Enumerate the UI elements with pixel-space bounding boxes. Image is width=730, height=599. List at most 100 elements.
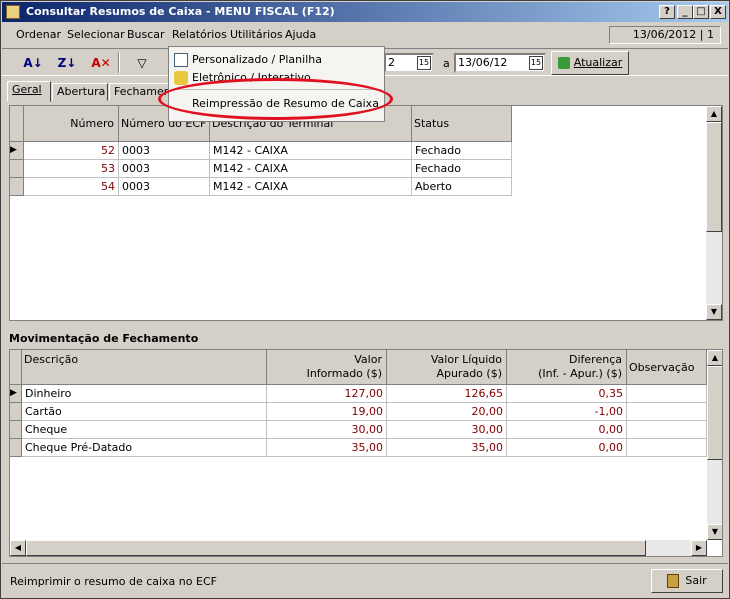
scroll-thumb[interactable] xyxy=(706,122,722,232)
filter-icon[interactable]: ▽ xyxy=(131,53,153,73)
tab-geral[interactable]: Geral xyxy=(7,81,51,102)
toolbar-separator xyxy=(118,53,120,73)
cell-status[interactable]: Fechado xyxy=(412,142,512,160)
calendar-icon[interactable]: 15 xyxy=(417,56,431,70)
cell-ecf[interactable]: 0003 xyxy=(119,178,210,196)
cell-terminal[interactable]: M142 - CAIXA xyxy=(210,142,412,160)
menu-relatorios[interactable]: Relatórios xyxy=(172,28,227,41)
cell-descricao[interactable]: Cheque xyxy=(22,421,267,439)
row-indicator xyxy=(10,403,22,421)
cell-diferenca[interactable]: -1,00 xyxy=(507,403,627,421)
menu-ordenar[interactable]: Ordenar xyxy=(16,28,61,41)
scroll-left-icon[interactable]: ◀ xyxy=(10,540,26,556)
col-observacao[interactable]: Observação xyxy=(627,350,707,385)
cell-numero[interactable]: 54 xyxy=(24,178,119,196)
tab-abertura[interactable]: Abertura xyxy=(52,83,108,101)
cell-ecf[interactable]: 0003 xyxy=(119,142,210,160)
window-title: Consultar Resumos de Caixa - MENU FISCAL… xyxy=(26,5,335,18)
cell-descricao[interactable]: Cartão xyxy=(22,403,267,421)
cell-status[interactable]: Fechado xyxy=(412,160,512,178)
date-from-value: 2 xyxy=(388,56,395,69)
row-indicator xyxy=(10,160,24,178)
cell-valor-apurado[interactable]: 30,00 xyxy=(387,421,507,439)
menu-selecionar[interactable]: Selecionar xyxy=(67,28,125,41)
minimize-button[interactable]: _ xyxy=(677,5,693,19)
cell-ecf[interactable]: 0003 xyxy=(119,160,210,178)
calendar-icon[interactable]: 15 xyxy=(529,56,543,70)
header-corner xyxy=(10,106,24,142)
cell-descricao[interactable]: Dinheiro xyxy=(22,385,267,403)
cell-valor-informado[interactable]: 35,00 xyxy=(267,439,387,457)
cell-descricao[interactable]: Cheque Pré-Datado xyxy=(22,439,267,457)
cell-valor-informado[interactable]: 127,00 xyxy=(267,385,387,403)
menu-item-personalizado[interactable]: Personalizado / Planilha xyxy=(170,51,383,69)
scroll-down-icon[interactable]: ▼ xyxy=(707,524,722,540)
sort-az-icon[interactable]: A↓ xyxy=(22,53,44,73)
vertical-scrollbar[interactable]: ▲ ▼ xyxy=(707,350,722,540)
col-diferenca-line1: Diferença xyxy=(569,353,622,366)
help-button[interactable]: ? xyxy=(659,5,675,19)
section-title: Movimentação de Fechamento xyxy=(9,332,199,345)
sort-za-icon[interactable]: Z↓ xyxy=(56,53,78,73)
cell-numero[interactable]: 52 xyxy=(24,142,119,160)
col-valor-informado[interactable]: Valor Informado ($) xyxy=(267,350,387,385)
cell-observacao[interactable] xyxy=(627,403,707,421)
cell-diferenca[interactable]: 0,00 xyxy=(507,439,627,457)
date-to-value: 13/06/12 xyxy=(458,56,508,69)
row-indicator: ▶ xyxy=(10,142,24,160)
date-to-input[interactable]: 13/06/12 15 xyxy=(454,53,546,73)
cell-valor-informado[interactable]: 30,00 xyxy=(267,421,387,439)
cell-observacao[interactable] xyxy=(627,385,707,403)
col-valor-apurado[interactable]: Valor Líquido Apurado ($) xyxy=(387,350,507,385)
resumos-grid: Número Número do ECF Descrição do Termin… xyxy=(9,105,723,321)
menu-ajuda[interactable]: Ajuda xyxy=(285,28,316,41)
vertical-scrollbar[interactable]: ▲ ▼ xyxy=(706,106,722,320)
cell-valor-apurado[interactable]: 20,00 xyxy=(387,403,507,421)
status-text: Reimprimir o resumo de caixa no ECF xyxy=(10,575,217,588)
col-status[interactable]: Status xyxy=(412,106,512,142)
exit-button[interactable]: Sair xyxy=(651,569,723,593)
cell-valor-apurado[interactable]: 126,65 xyxy=(387,385,507,403)
col-diferenca[interactable]: Diferença (Inf. - Apur.) ($) xyxy=(507,350,627,385)
scroll-thumb[interactable] xyxy=(26,540,646,556)
col-numero[interactable]: Número xyxy=(24,106,119,142)
col-valor-informado-line1: Valor xyxy=(354,353,382,366)
row-indicator xyxy=(10,178,24,196)
scroll-thumb[interactable] xyxy=(707,366,722,460)
scroll-down-icon[interactable]: ▼ xyxy=(706,304,722,320)
col-descricao[interactable]: Descrição xyxy=(22,350,267,385)
scroll-right-icon[interactable]: ▶ xyxy=(691,540,707,556)
refresh-button[interactable]: Atualizar xyxy=(551,51,629,75)
close-button[interactable]: X xyxy=(710,5,726,19)
maximize-button[interactable]: □ xyxy=(693,5,709,19)
spreadsheet-icon xyxy=(174,53,188,67)
menu-item-personalizado-label: Personalizado / Planilha xyxy=(192,53,322,66)
col-descricao-line1: Descrição xyxy=(24,353,79,366)
exit-door-icon xyxy=(667,574,680,588)
horizontal-scrollbar[interactable]: ◀ ▶ xyxy=(10,540,707,556)
scroll-up-icon[interactable]: ▲ xyxy=(707,350,722,366)
exit-label: Sair xyxy=(685,574,707,587)
cell-diferenca[interactable]: 0,00 xyxy=(507,421,627,439)
menu-buscar[interactable]: Buscar xyxy=(127,28,165,41)
cell-diferenca[interactable]: 0,35 xyxy=(507,385,627,403)
cell-observacao[interactable] xyxy=(627,421,707,439)
cell-numero[interactable]: 53 xyxy=(24,160,119,178)
status-bar: Reimprimir o resumo de caixa no ECF Sair xyxy=(2,563,728,599)
clear-filter-icon[interactable]: A✕ xyxy=(90,53,112,73)
refresh-label: Atualizar xyxy=(573,56,623,69)
scroll-up-icon[interactable]: ▲ xyxy=(706,106,722,122)
cell-valor-apurado[interactable]: 35,00 xyxy=(387,439,507,457)
interactive-icon xyxy=(174,71,188,85)
col-valor-informado-line2: Informado ($) xyxy=(306,367,382,380)
title-bar[interactable]: Consultar Resumos de Caixa - MENU FISCAL… xyxy=(2,2,728,22)
cell-status[interactable]: Aberto xyxy=(412,178,512,196)
menu-utilitarios[interactable]: Utilitários xyxy=(230,28,283,41)
date-from-input[interactable]: 2 15 xyxy=(384,53,434,73)
col-observacao-label: Observação xyxy=(629,361,695,374)
cell-valor-informado[interactable]: 19,00 xyxy=(267,403,387,421)
cell-terminal[interactable]: M142 - CAIXA xyxy=(210,160,412,178)
cell-observacao[interactable] xyxy=(627,439,707,457)
cell-terminal[interactable]: M142 - CAIXA xyxy=(210,178,412,196)
row-indicator xyxy=(10,439,22,457)
